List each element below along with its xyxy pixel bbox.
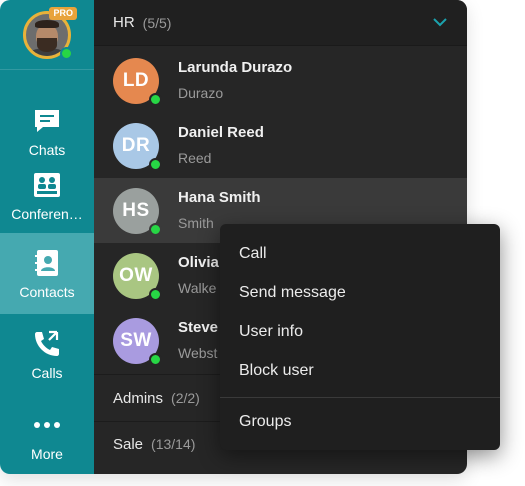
contact-context-menu: Call Send message User info Block user G… [220, 224, 500, 450]
avatar-initials: OW [119, 264, 153, 286]
profile-area[interactable]: PRO [0, 0, 94, 70]
contact-subtitle: Durazo [178, 85, 224, 101]
online-status-dot [149, 157, 162, 171]
menu-item-user-info[interactable]: User info [220, 312, 500, 351]
nav-item-contacts[interactable]: Contacts [0, 233, 94, 314]
nav-label: Chats [28, 141, 66, 158]
contact-avatar: DR [113, 122, 162, 171]
contact-subtitle: Reed [178, 150, 212, 166]
group-name: HR [113, 14, 135, 31]
contact-name: Larunda Durazo [178, 59, 293, 76]
nav-item-more[interactable]: More [0, 395, 94, 474]
group-count: (13/14) [151, 436, 196, 452]
chevron-down-icon[interactable] [433, 14, 447, 31]
more-icon [32, 410, 62, 440]
online-status-dot [149, 352, 162, 366]
nav-label: Calls [31, 364, 63, 381]
menu-item-send-message[interactable]: Send message [220, 273, 500, 312]
nav-label: Contacts [19, 283, 75, 300]
online-status-dot [149, 92, 162, 106]
online-status-dot [149, 222, 162, 236]
nav-label: Conferen… [11, 206, 83, 222]
avatar-initials: DR [121, 134, 151, 156]
nav-label: More [31, 445, 63, 462]
contact-avatar: OW [113, 252, 162, 301]
pro-badge: PRO [49, 6, 77, 20]
group-header-hr[interactable]: HR (5/5) [94, 0, 467, 46]
avatar-initials: HS [122, 199, 150, 221]
nav-item-conferences[interactable]: Conferen… [0, 159, 94, 233]
contact-subtitle: Walke [178, 280, 217, 296]
contact-row[interactable]: DR Daniel Reed Reed [94, 113, 467, 178]
group-name: Sale [113, 435, 144, 453]
phone-icon [32, 329, 62, 359]
contact-avatar: LD [113, 57, 162, 106]
conference-icon [32, 170, 62, 200]
menu-divider [220, 397, 500, 398]
group-name: Admins [113, 389, 164, 407]
my-avatar[interactable]: PRO [23, 6, 77, 60]
contacts-icon [32, 248, 62, 278]
menu-item-call[interactable]: Call [220, 234, 500, 273]
contact-name: Steve [178, 319, 219, 336]
contact-name: Hana Smith [178, 189, 261, 206]
contact-row[interactable]: LD Larunda Durazo Durazo [94, 48, 467, 113]
chat-icon [32, 106, 62, 136]
contact-name: Daniel Reed [178, 124, 264, 141]
contact-avatar: HS [113, 187, 162, 236]
group-count: (5/5) [142, 14, 172, 31]
group-count: (2/2) [171, 390, 200, 406]
nav-rail: PRO Chats Conferen… Contacts Calls More [0, 0, 94, 474]
contact-name: Olivia [178, 254, 219, 271]
contact-subtitle: Webst [178, 345, 218, 361]
menu-item-groups[interactable]: Groups [220, 402, 500, 441]
online-status-dot [149, 287, 162, 301]
contact-avatar: SW [113, 317, 162, 366]
online-status-dot [60, 46, 73, 60]
avatar-initials: SW [120, 329, 152, 351]
avatar-initials: LD [122, 69, 150, 91]
nav-item-calls[interactable]: Calls [0, 314, 94, 395]
menu-item-block-user[interactable]: Block user [220, 351, 500, 390]
